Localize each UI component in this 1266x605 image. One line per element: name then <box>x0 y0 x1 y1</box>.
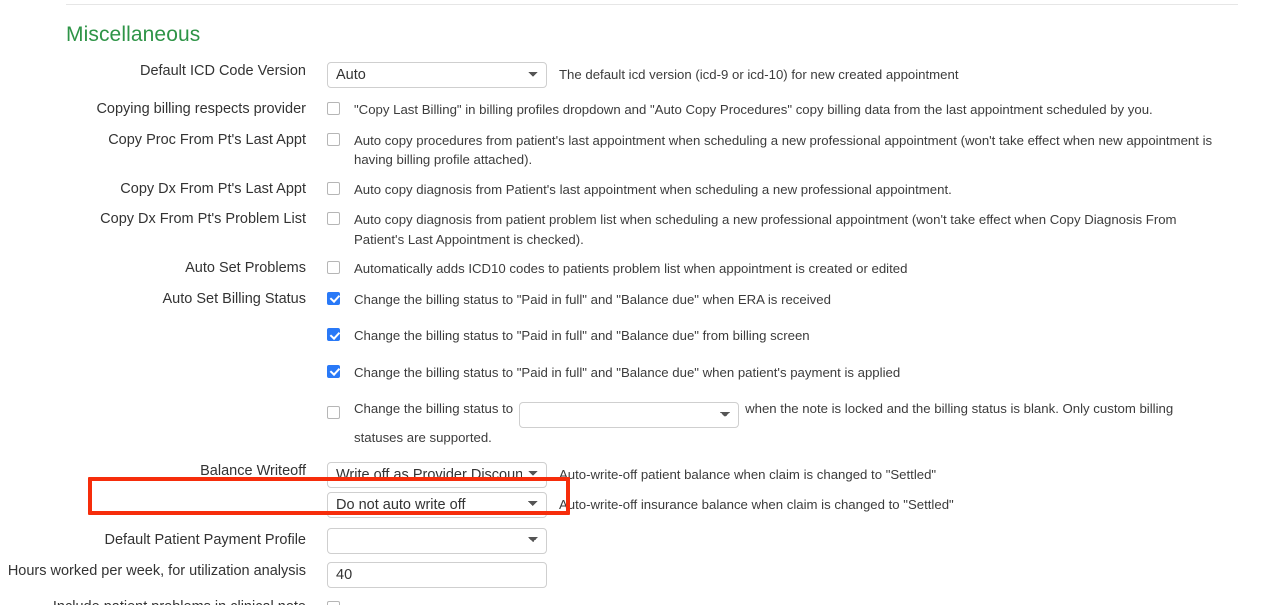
row-copying-billing-respects-provider: Copying billing respects provider "Copy … <box>0 100 1266 120</box>
input-hours-worked-per-week[interactable] <box>327 561 547 588</box>
label-include-patient-problems: Include patient problems in clinical not… <box>0 598 306 605</box>
select-default-patient-payment-profile[interactable] <box>327 527 547 554</box>
checkbox-copy-proc-from-last-appt[interactable] <box>327 132 340 146</box>
checkbox-copying-billing-respects-provider[interactable] <box>327 102 340 115</box>
description-billing-status-billing-screen: Change the billing status to "Paid in fu… <box>354 328 810 343</box>
label-copying-billing-respects-provider: Copying billing respects provider <box>96 101 306 117</box>
billing-status-item-era: Change the billing status to "Paid in fu… <box>327 290 1266 310</box>
text-billing-status-custom-before: Change the billing status to <box>354 401 514 416</box>
top-divider <box>66 4 1238 5</box>
row-copy-dx-from-last-appt: Copy Dx From Pt's Last Appt Auto copy di… <box>0 180 1266 200</box>
description-copy-dx-from-problem-list: Auto copy diagnosis from patient problem… <box>354 212 1177 247</box>
checkbox-billing-status-billing-screen[interactable] <box>327 328 340 341</box>
description-copy-proc-from-last-appt: Auto copy procedures from patient's last… <box>354 132 1213 168</box>
balance-writeoff-patient-row: Write off as Provider Discount Auto-writ… <box>327 461 1266 488</box>
row-balance-writeoff: Balance Writeoff Write off as Provider D… <box>0 461 1266 518</box>
select-balance-writeoff-patient[interactable]: Write off as Provider Discount <box>327 461 547 488</box>
row-include-patient-problems: Include patient problems in clinical not… <box>0 598 1266 605</box>
select-custom-billing-status[interactable] <box>519 402 740 428</box>
description-copy-dx-from-last-appt: Auto copy diagnosis from Patient's last … <box>354 181 952 197</box>
checkbox-billing-status-era[interactable] <box>327 291 340 305</box>
label-auto-set-billing-status: Auto Set Billing Status <box>162 290 306 307</box>
row-auto-set-problems: Auto Set Problems Automatically adds ICD… <box>0 259 1266 279</box>
label-copy-dx-from-problem-list: Copy Dx From Pt's Problem List <box>100 211 306 227</box>
checkbox-copy-dx-from-last-appt[interactable] <box>327 181 340 195</box>
label-default-icd-code-version: Default ICD Code Version <box>139 63 306 79</box>
label-copy-proc-from-last-appt: Copy Proc From Pt's Last Appt <box>108 131 306 148</box>
row-auto-set-billing-status: Auto Set Billing Status Change the billi… <box>0 290 1266 448</box>
label-copy-dx-from-last-appt: Copy Dx From Pt's Last Appt <box>120 180 306 197</box>
description-copying-billing-respects-provider: "Copy Last Billing" in billing profiles … <box>354 102 1153 117</box>
select-balance-writeoff-insurance[interactable]: Do not auto write off <box>327 491 547 518</box>
description-default-icd-code-version: The default icd version (icd-9 or icd-10… <box>559 67 959 83</box>
row-copy-proc-from-last-appt: Copy Proc From Pt's Last Appt Auto copy … <box>0 131 1266 170</box>
row-hours-worked-per-week: Hours worked per week, for utilization a… <box>0 561 1266 588</box>
billing-status-item-billing-screen: Change the billing status to "Paid in fu… <box>327 326 1266 346</box>
billing-status-item-custom: Change the billing status to when the not… <box>327 399 1266 448</box>
label-hours-worked-per-week: Hours worked per week, for utilization a… <box>7 562 306 579</box>
row-default-icd-code-version: Default ICD Code Version Auto The defaul… <box>0 62 1266 88</box>
row-copy-dx-from-problem-list: Copy Dx From Pt's Problem List Auto copy… <box>0 210 1266 249</box>
description-balance-writeoff-patient: Auto-write-off patient balance when clai… <box>559 466 937 482</box>
label-auto-set-problems: Auto Set Problems <box>185 260 306 276</box>
label-default-patient-payment-profile: Default Patient Payment Profile <box>104 532 307 548</box>
label-balance-writeoff: Balance Writeoff <box>200 462 306 479</box>
select-default-icd-code-version[interactable]: Auto <box>327 62 547 88</box>
page-title: Miscellaneous <box>66 23 201 46</box>
checkbox-auto-set-problems[interactable] <box>327 261 340 274</box>
description-auto-set-problems: Automatically adds ICD10 codes to patien… <box>354 261 908 276</box>
settings-page: Miscellaneous Default ICD Code Version A… <box>0 0 1266 605</box>
description-billing-status-patient-payment: Change the billing status to "Paid in fu… <box>354 364 901 380</box>
description-balance-writeoff-insurance: Auto-write-off insurance balance when cl… <box>559 496 954 512</box>
checkbox-copy-dx-from-problem-list[interactable] <box>327 212 340 225</box>
checkbox-billing-status-patient-payment[interactable] <box>327 364 340 378</box>
description-billing-status-era: Change the billing status to "Paid in fu… <box>354 291 831 307</box>
row-default-patient-payment-profile: Default Patient Payment Profile <box>0 526 1266 556</box>
miscellaneous-form: Default ICD Code Version Auto The defaul… <box>0 62 1266 605</box>
billing-status-item-patient-payment: Change the billing status to "Paid in fu… <box>327 363 1266 383</box>
checkbox-billing-status-custom[interactable] <box>327 406 340 419</box>
checkbox-include-patient-problems[interactable] <box>327 600 340 605</box>
balance-writeoff-insurance-row: Do not auto write off Auto-write-off ins… <box>327 491 1266 518</box>
